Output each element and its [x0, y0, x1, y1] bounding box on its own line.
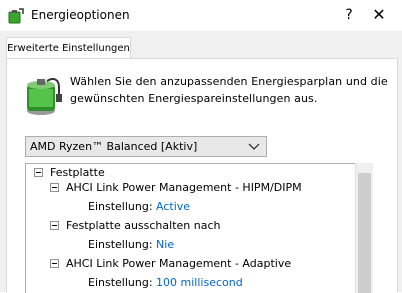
settings-tree[interactable]: Festplatte AHCI Link Power Management - …	[25, 163, 373, 293]
window-title: Energieoptionen	[31, 8, 130, 22]
setting-row[interactable]: Einstellung: 100 millisecond	[88, 275, 243, 290]
settings-panel: Wählen Sie den anzupassenden Energiespar…	[6, 58, 398, 293]
setting-value[interactable]: Nie	[156, 238, 174, 251]
collapse-toggle[interactable]	[34, 168, 43, 177]
scrollbar-thumb[interactable]	[358, 173, 371, 293]
setting-row[interactable]: Einstellung: Active	[88, 199, 190, 214]
help-button[interactable]: ?	[338, 5, 360, 25]
power-plan-value: AMD Ryzen™ Balanced [Aktiv]	[30, 140, 198, 153]
tree-item-label[interactable]: AHCI Link Power Management - Adaptive	[66, 256, 291, 271]
collapse-toggle[interactable]	[50, 183, 59, 192]
setting-row[interactable]: Einstellung: Nie	[88, 237, 174, 252]
power-options-icon	[8, 8, 24, 24]
setting-value[interactable]: Active	[156, 200, 190, 213]
setting-value[interactable]: 100 millisecond	[156, 276, 243, 289]
tree-item-label[interactable]: Festplatte ausschalten nach	[66, 218, 220, 233]
dialog-body: Erweiterte Einstellungen Wählen Sie den …	[0, 31, 402, 293]
setting-label: Einstellung:	[88, 276, 153, 289]
battery-icon	[27, 78, 62, 115]
vertical-scrollbar[interactable]	[355, 163, 373, 293]
setting-label: Einstellung:	[88, 200, 153, 213]
close-button[interactable]: ✕	[368, 5, 390, 25]
collapse-toggle[interactable]	[50, 221, 59, 230]
setting-label: Einstellung:	[88, 238, 153, 251]
title-bar: Energieoptionen ? ✕	[0, 0, 402, 31]
chevron-down-icon	[248, 143, 260, 150]
tab-advanced-settings[interactable]: Erweiterte Einstellungen	[6, 37, 131, 59]
intro-text: Wählen Sie den anzupassenden Energiespar…	[70, 75, 388, 105]
collapse-toggle[interactable]	[50, 259, 59, 268]
tree-item-label[interactable]: AHCI Link Power Management - HIPM/DIPM	[66, 180, 302, 195]
tree-category-festplatte[interactable]: Festplatte	[50, 165, 105, 180]
power-plan-dropdown[interactable]: AMD Ryzen™ Balanced [Aktiv]	[25, 136, 267, 157]
